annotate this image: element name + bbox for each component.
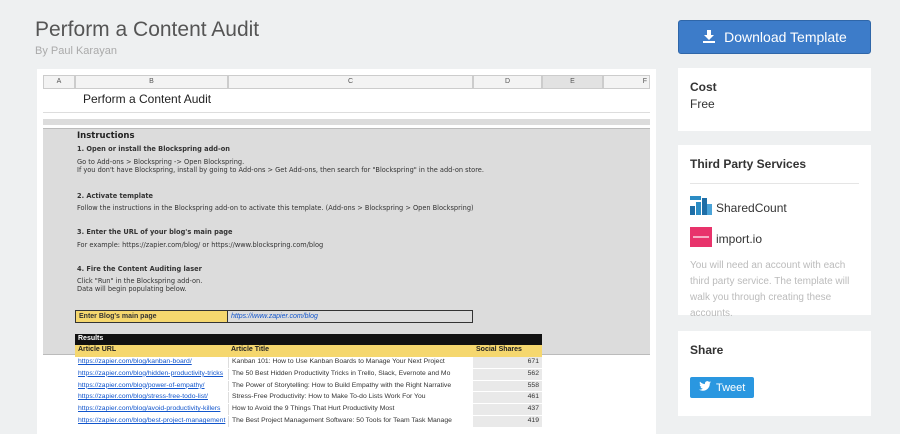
cost-card: Cost Free — [678, 68, 871, 131]
service-sharedcount[interactable]: SharedCount — [690, 196, 859, 219]
table-row: https://zapier.com/blog/kanban-board/ Ka… — [75, 357, 542, 369]
article-url-link[interactable]: https://zapier.com/blog/stress-free-todo… — [75, 392, 228, 404]
share-count: 461 — [473, 392, 542, 404]
results-label: Results — [75, 334, 542, 345]
step-3-heading: 3. Enter the URL of your blog's main pag… — [77, 228, 233, 236]
article-url-link[interactable]: https://zapier.com/blog/avoid-productivi… — [75, 404, 228, 415]
article-url-link[interactable]: https://zapier.com/blog/kanban-board/ — [75, 357, 228, 368]
share-count: 437 — [473, 404, 542, 415]
service-name: SharedCount — [716, 200, 787, 215]
table-row: https://zapier.com/blog/power-of-empathy… — [75, 380, 542, 393]
tweet-button[interactable]: Tweet — [690, 377, 755, 398]
step-4-text-2: Data will begin populating below. — [77, 285, 187, 293]
table-row: https://zapier.com/blog/hidden-productiv… — [75, 368, 542, 381]
step-2-text: Follow the instructions in the Blockspri… — [77, 204, 474, 212]
spreadsheet-preview: A B C D E F Perform a Content Audit Inst… — [37, 69, 656, 434]
share-count: 558 — [473, 380, 542, 392]
column-header-c: C — [228, 75, 473, 89]
services-note: You will need an account with each third… — [690, 260, 850, 319]
column-header-f: F — [603, 75, 650, 89]
table-row: https://zapier.com/blog/stress-free-todo… — [75, 392, 542, 405]
share-count: 562 — [473, 368, 542, 380]
sharedcount-icon — [690, 196, 712, 219]
article-url-link[interactable]: https://zapier.com/blog/best-project-man… — [75, 415, 228, 427]
column-header-a: A — [43, 75, 75, 89]
column-header-d: D — [473, 75, 542, 89]
cost-value: Free — [690, 97, 715, 111]
sheet-title: Perform a Content Audit — [83, 92, 212, 106]
step-2-heading: 2. Activate template — [77, 192, 154, 200]
importio-icon — [690, 227, 712, 250]
step-1-text: Go to Add-ons > Blockspring -> Open Bloc… — [77, 158, 245, 166]
author-byline: By Paul Karayan — [35, 45, 117, 57]
results-table: Results Article URL Article Title Social… — [75, 334, 542, 428]
tweet-label: Tweet — [716, 381, 746, 394]
article-title: Stress-Free Productivity: How to Make To… — [228, 392, 473, 404]
instructions-heading: Instructions — [77, 131, 135, 141]
share-count: 671 — [473, 357, 542, 368]
sheet-title-row: Perform a Content Audit — [43, 89, 650, 113]
share-card: Share Tweet — [678, 331, 871, 416]
header-article-url: Article URL — [78, 346, 117, 353]
service-name: import.io — [716, 231, 763, 246]
table-row: https://zapier.com/blog/avoid-productivi… — [75, 404, 542, 416]
article-title: The Power of Storytelling: How to Build … — [228, 380, 473, 392]
column-header-e: E — [542, 75, 603, 89]
share-title: Share — [690, 343, 724, 357]
twitter-bird-icon — [699, 381, 711, 394]
cost-title: Cost — [690, 80, 717, 94]
service-importio[interactable]: import.io — [690, 227, 859, 250]
article-title: The 50 Best Hidden Productivity Tricks i… — [228, 368, 473, 380]
column-header-b: B — [75, 75, 228, 89]
article-title: How to Avoid the 9 Things That Hurt Prod… — [228, 404, 473, 415]
blog-url-label: Enter Blog's main page — [75, 310, 228, 323]
services-title: Third Party Services — [690, 157, 807, 171]
step-4-text: Click "Run" in the Blockspring add-on. — [77, 277, 203, 285]
article-title: Kanban 101: How to Use Kanban Boards to … — [228, 357, 473, 368]
step-1-heading: 1. Open or install the Blockspring add-o… — [77, 145, 230, 153]
download-label: Download Template — [724, 29, 847, 45]
third-party-services-card: Third Party Services SharedCount import.… — [678, 145, 871, 319]
divider-band — [43, 119, 650, 125]
header-article-title: Article Title — [231, 346, 269, 353]
article-title: The Best Project Management Software: 50… — [228, 415, 473, 427]
step-3-text: For example: https://zapier.com/blog/ or… — [77, 241, 324, 249]
download-template-button[interactable]: Download Template — [678, 20, 871, 54]
download-icon — [702, 29, 716, 46]
article-url-link[interactable]: https://zapier.com/blog/power-of-empathy… — [75, 380, 228, 392]
table-row: https://zapier.com/blog/best-project-man… — [75, 415, 542, 428]
article-url-link[interactable]: https://zapier.com/blog/hidden-productiv… — [75, 368, 228, 380]
header-social-shares: Social Shares — [476, 346, 522, 353]
blog-url-cell[interactable]: https://www.zapier.com/blog — [228, 310, 473, 323]
page-title: Perform a Content Audit — [35, 18, 260, 41]
step-1-text-2: If you don't have Blockspring, install b… — [77, 166, 484, 174]
share-count: 419 — [473, 415, 542, 427]
divider — [690, 183, 859, 184]
step-4-heading: 4. Fire the Content Auditing laser — [77, 265, 202, 273]
results-header-row: Article URL Article Title Social Shares — [75, 345, 542, 357]
